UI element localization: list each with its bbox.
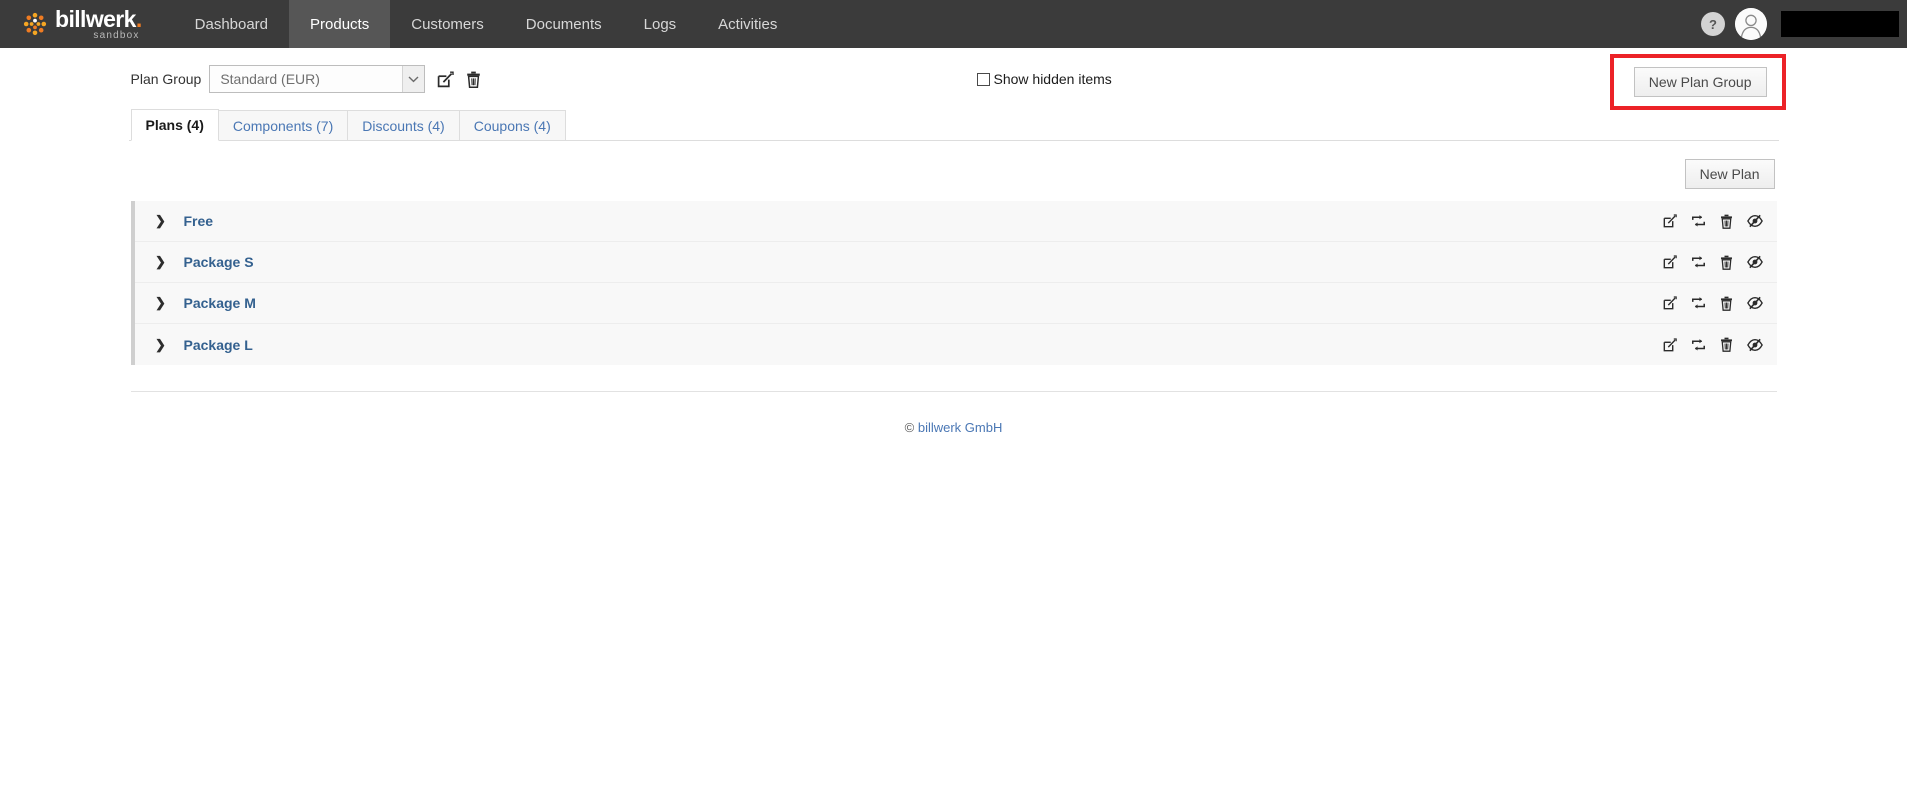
nav-item-dashboard[interactable]: Dashboard — [174, 0, 289, 48]
row-actions — [1663, 255, 1763, 270]
brand-logo[interactable]: billwerk. sandbox — [0, 0, 160, 48]
help-icon[interactable]: ? — [1701, 12, 1725, 36]
footer-company-link[interactable]: billwerk GmbH — [918, 420, 1003, 435]
show-hidden-items-checkbox[interactable] — [976, 72, 990, 86]
tab-coupons[interactable]: Coupons (4) — [458, 110, 566, 140]
brand-subtitle: sandbox — [93, 29, 140, 41]
top-navbar: billwerk. sandbox Dashboard Products Cus… — [0, 0, 1907, 48]
plan-name-link[interactable]: Package S — [184, 254, 254, 270]
table-row[interactable]: ❯ Package L — [134, 324, 1777, 365]
delete-plan-button[interactable] — [1720, 296, 1733, 311]
hide-plan-button[interactable] — [1746, 338, 1763, 352]
plan-name-link[interactable]: Free — [184, 213, 214, 229]
chevron-down-icon[interactable] — [402, 66, 425, 92]
tab-components[interactable]: Components (7) — [217, 110, 349, 140]
new-plan-row: New Plan — [129, 141, 1779, 201]
table-row[interactable]: ❯ Package S — [134, 242, 1777, 283]
hide-plan-button[interactable] — [1746, 214, 1763, 228]
plan-group-selected-value: Standard (EUR) — [220, 71, 320, 87]
duplicate-plan-button[interactable] — [1691, 338, 1706, 352]
copyright-symbol: © — [904, 420, 915, 435]
nav-item-customers[interactable]: Customers — [390, 0, 505, 48]
page-footer: © billwerk GmbH — [129, 392, 1779, 435]
plan-group-toolbar: Plan Group Standard (EUR) Show hidden it… — [129, 48, 1786, 110]
new-plan-group-button[interactable]: New Plan Group — [1633, 67, 1767, 97]
delete-plan-group-button[interactable] — [466, 71, 481, 88]
edit-plan-button[interactable] — [1663, 255, 1677, 269]
duplicate-plan-button[interactable] — [1691, 255, 1706, 269]
delete-plan-button[interactable] — [1720, 337, 1733, 352]
row-actions — [1663, 214, 1763, 229]
row-actions — [1663, 296, 1763, 311]
nav-item-documents[interactable]: Documents — [505, 0, 623, 48]
redacted-account-label — [1781, 11, 1899, 37]
new-plan-group-highlight: New Plan Group — [1609, 54, 1786, 110]
plan-name-link[interactable]: Package M — [184, 295, 256, 311]
nav-item-logs[interactable]: Logs — [623, 0, 698, 48]
brand-name: billwerk. — [55, 5, 142, 32]
tab-plans[interactable]: Plans (4) — [130, 109, 219, 141]
edit-plan-button[interactable] — [1663, 296, 1677, 310]
billwerk-dots-logo-icon — [22, 11, 48, 37]
chevron-right-icon[interactable]: ❯ — [153, 213, 169, 229]
main-nav: Dashboard Products Customers Documents L… — [174, 0, 799, 48]
new-plan-button[interactable]: New Plan — [1684, 159, 1775, 189]
delete-plan-button[interactable] — [1720, 214, 1733, 229]
plan-list: ❯ Free ❯ Package S ❯ Package M ❯ Package… — [130, 201, 1777, 365]
plan-name-link[interactable]: Package L — [184, 337, 253, 353]
brand-dot: . — [135, 5, 142, 32]
plan-group-label: Plan Group — [130, 71, 202, 87]
user-avatar-icon[interactable] — [1735, 8, 1767, 40]
duplicate-plan-button[interactable] — [1691, 214, 1706, 228]
navbar-right-group: ? — [1701, 0, 1907, 48]
table-row[interactable]: ❯ Free — [134, 201, 1777, 242]
hide-plan-button[interactable] — [1746, 296, 1763, 310]
hide-plan-button[interactable] — [1746, 255, 1763, 269]
edit-plan-button[interactable] — [1663, 214, 1677, 228]
chevron-right-icon[interactable]: ❯ — [153, 295, 169, 311]
plan-group-select[interactable]: Standard (EUR) — [209, 65, 426, 93]
edit-plan-group-button[interactable] — [437, 71, 455, 88]
tab-discounts[interactable]: Discounts (4) — [347, 110, 460, 140]
edit-plan-button[interactable] — [1663, 337, 1677, 352]
nav-item-products[interactable]: Products — [289, 0, 391, 48]
show-hidden-items-label: Show hidden items — [993, 71, 1112, 87]
brand-text: billwerk. sandbox — [55, 5, 142, 41]
delete-plan-button[interactable] — [1720, 255, 1733, 270]
nav-item-activities[interactable]: Activities — [697, 0, 798, 48]
product-tabs: Plans (4) Components (7) Discounts (4) C… — [128, 109, 1779, 141]
show-hidden-items-toggle[interactable]: Show hidden items — [976, 71, 1112, 87]
row-actions — [1663, 337, 1763, 352]
table-row[interactable]: ❯ Package M — [134, 283, 1777, 324]
chevron-right-icon[interactable]: ❯ — [153, 254, 169, 270]
page-content: Plan Group Standard (EUR) Show hidden it… — [128, 48, 1786, 435]
duplicate-plan-button[interactable] — [1691, 296, 1706, 310]
chevron-right-icon[interactable]: ❯ — [153, 337, 169, 353]
